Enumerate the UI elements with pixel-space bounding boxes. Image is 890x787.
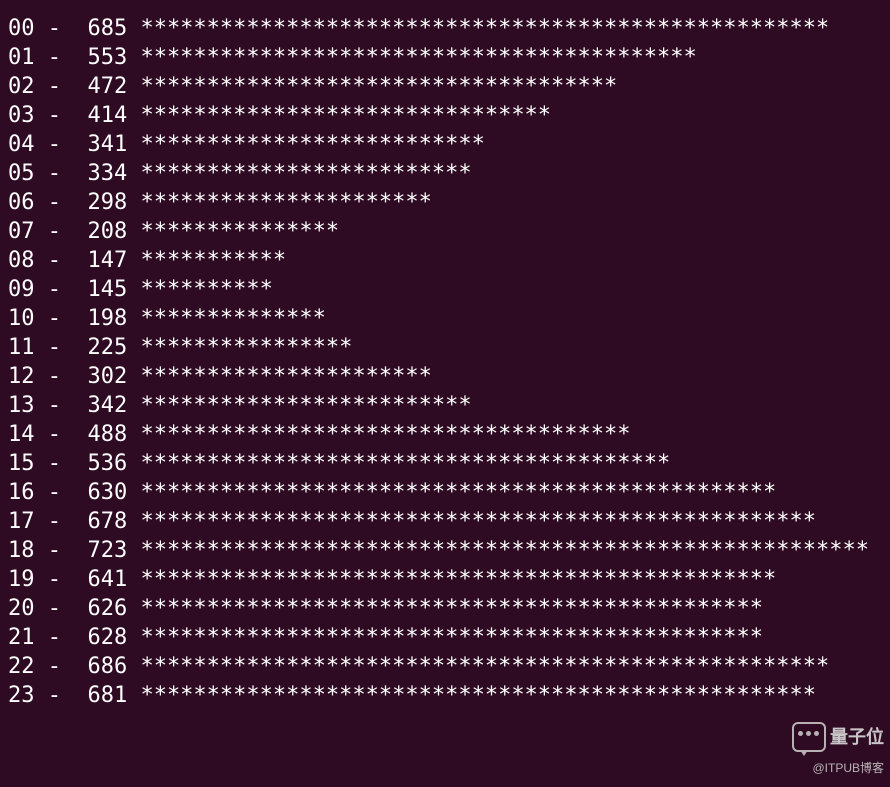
histogram-row: 18 - 723 *******************************… — [8, 536, 882, 565]
histogram-row: 16 - 630 *******************************… — [8, 478, 882, 507]
histogram-row: 11 - 225 **************** — [8, 333, 882, 362]
watermark: 量子位 @ITPUB博客 — [792, 722, 884, 783]
histogram-row: 12 - 302 ********************** — [8, 362, 882, 391]
histogram-row: 21 - 628 *******************************… — [8, 623, 882, 652]
histogram-row: 07 - 208 *************** — [8, 217, 882, 246]
histogram-row: 02 - 472 *******************************… — [8, 72, 882, 101]
histogram-row: 01 - 553 *******************************… — [8, 43, 882, 72]
watermark-brand-text: 量子位 — [830, 723, 884, 752]
watermark-credit: @ITPUB博客 — [812, 754, 884, 783]
chat-bubble-icon — [792, 722, 826, 752]
histogram-row: 22 - 686 *******************************… — [8, 652, 882, 681]
histogram-row: 03 - 414 ******************************* — [8, 101, 882, 130]
histogram-row: 20 - 626 *******************************… — [8, 594, 882, 623]
histogram-row: 00 - 685 *******************************… — [8, 14, 882, 43]
histogram-row: 14 - 488 *******************************… — [8, 420, 882, 449]
watermark-brand: 量子位 — [792, 722, 884, 752]
histogram-row: 04 - 341 ************************** — [8, 130, 882, 159]
histogram-row: 15 - 536 *******************************… — [8, 449, 882, 478]
histogram-row: 06 - 298 ********************** — [8, 188, 882, 217]
histogram-row: 23 - 681 *******************************… — [8, 681, 882, 710]
histogram-row: 13 - 342 ************************* — [8, 391, 882, 420]
histogram-row: 08 - 147 *********** — [8, 246, 882, 275]
histogram-row: 19 - 641 *******************************… — [8, 565, 882, 594]
terminal-output: 00 - 685 *******************************… — [0, 0, 890, 710]
histogram-row: 05 - 334 ************************* — [8, 159, 882, 188]
histogram-row: 10 - 198 ************** — [8, 304, 882, 333]
histogram-row: 17 - 678 *******************************… — [8, 507, 882, 536]
histogram-row: 09 - 145 ********** — [8, 275, 882, 304]
